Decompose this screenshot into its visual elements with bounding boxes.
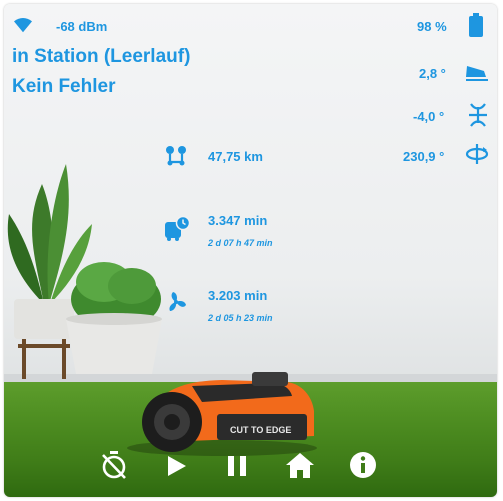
blade-time-total: 3.203 min xyxy=(208,288,268,303)
home-icon[interactable] xyxy=(284,451,316,484)
plant-decoration xyxy=(7,164,162,379)
mower-state: in Station (Leerlauf) xyxy=(12,46,191,67)
robot-mower: CUT TO EDGE xyxy=(127,372,317,456)
distance-value: 47,75 km xyxy=(208,149,263,164)
timer-off-icon[interactable] xyxy=(100,450,128,485)
blade-time-detail: 2 d 05 h 23 min xyxy=(208,313,273,323)
mower-label: CUT TO EDGE xyxy=(230,425,291,435)
worktime-total: 3.347 min xyxy=(208,213,268,228)
error-status: Kein Fehler xyxy=(12,76,116,97)
battery-icon xyxy=(469,13,483,37)
pitch-icon xyxy=(464,62,490,84)
bus-clock-icon xyxy=(164,216,190,242)
route-icon xyxy=(164,144,188,168)
pitch-value: 2,8 ° xyxy=(419,66,446,81)
wifi-icon xyxy=(12,16,34,34)
play-icon[interactable] xyxy=(166,454,188,483)
info-icon[interactable] xyxy=(348,450,378,485)
pause-icon[interactable] xyxy=(226,454,248,483)
roll-value: -4,0 ° xyxy=(413,109,445,124)
yaw-icon xyxy=(465,142,489,166)
roll-icon xyxy=(467,102,489,128)
worktime-detail: 2 d 07 h 47 min xyxy=(208,238,273,248)
mower-card: CUT TO EDGE -68 dBm 98 % in Station (Lee… xyxy=(4,4,497,497)
fan-icon xyxy=(164,290,188,314)
wifi-signal: -68 dBm xyxy=(56,19,108,34)
yaw-value: 230,9 ° xyxy=(403,149,445,164)
battery-value: 98 % xyxy=(417,19,447,34)
